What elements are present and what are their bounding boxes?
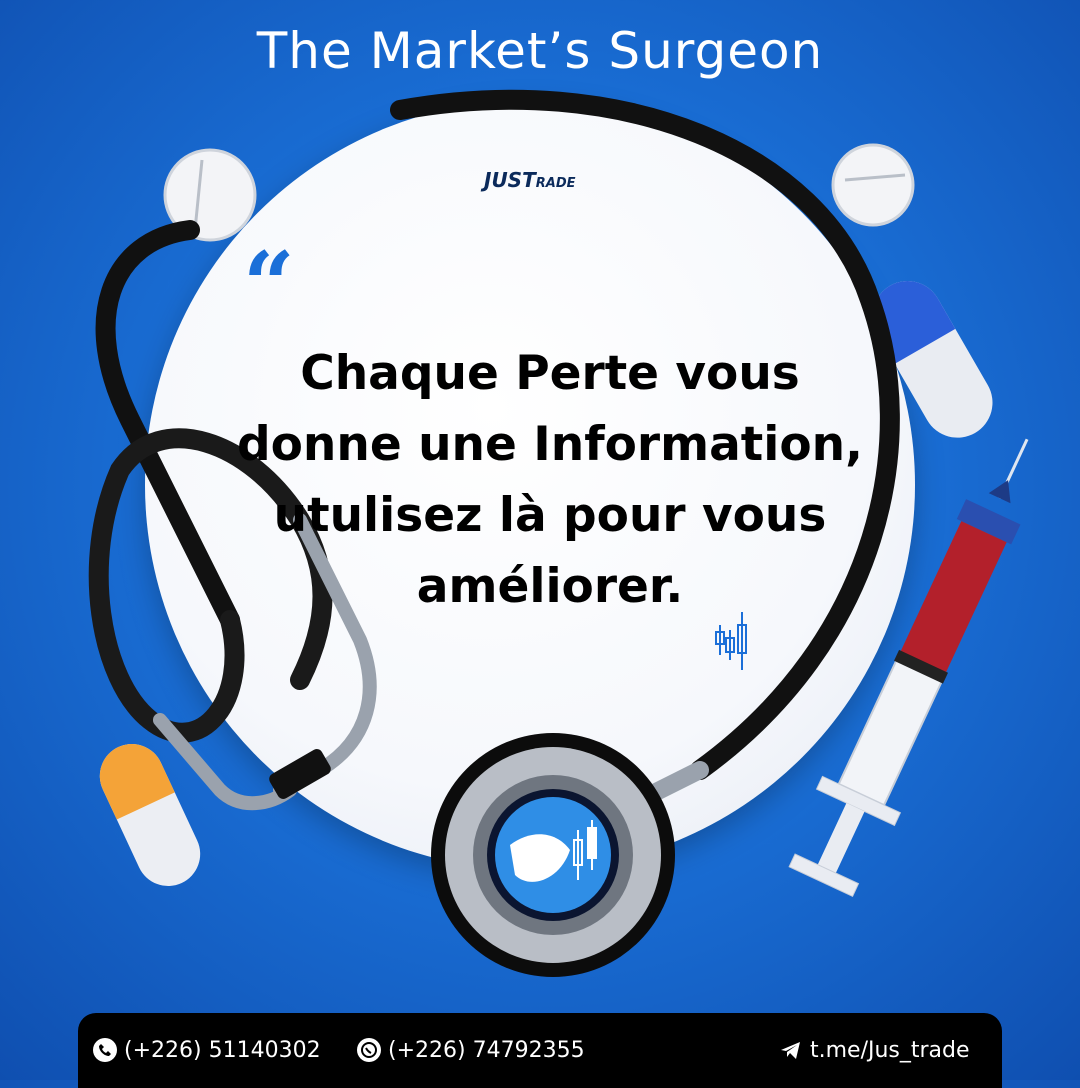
quote-line: donne une Information,	[237, 417, 863, 472]
logo-text-b: T	[522, 168, 536, 192]
telegram-link[interactable]: t.me/Jus_trade	[778, 1037, 970, 1063]
whatsapp-number: (+226) 74792355	[388, 1037, 585, 1063]
quote-text: Chaque Perte vous donne une Information,…	[235, 338, 865, 622]
phone-number: (+226) 51140302	[124, 1037, 321, 1063]
phone-contact[interactable]: (+226) 51140302	[92, 1037, 321, 1063]
pill-icon	[831, 143, 915, 227]
telegram-icon	[781, 1042, 800, 1059]
logo-text-a: JUS	[484, 168, 523, 192]
quote-mark: “	[243, 232, 295, 338]
whatsapp-icon	[357, 1038, 381, 1062]
telegram-handle: t.me/Jus_trade	[810, 1037, 970, 1063]
brand-logo: JUSTRADE	[484, 168, 594, 192]
quote-line: améliorer.	[416, 559, 684, 614]
quote-line: utulisez là pour vous	[273, 488, 827, 543]
contact-footer: (+226) 51140302 (+226) 74792355 t.me/Jus…	[78, 1013, 1002, 1088]
logo-text-c: RADE	[535, 176, 576, 191]
chest-piece-icon	[431, 733, 675, 977]
phone-icon	[93, 1038, 117, 1062]
quote-line: Chaque Perte vous	[300, 346, 800, 401]
whatsapp-contact[interactable]: (+226) 74792355	[356, 1037, 585, 1063]
